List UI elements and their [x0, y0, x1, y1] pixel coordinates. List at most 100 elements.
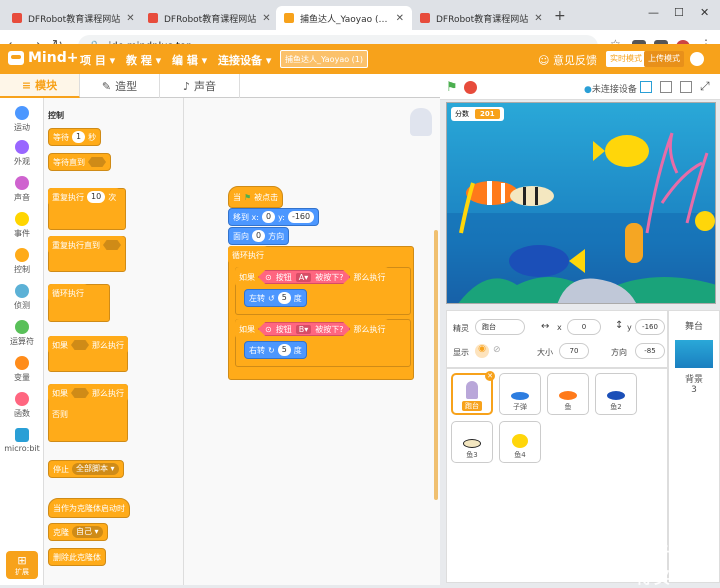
- functions-dot-icon: [15, 392, 29, 406]
- brush-icon: ✎: [101, 79, 112, 93]
- upload-mode-button[interactable]: 上传模式: [644, 51, 684, 67]
- stage-canvas[interactable]: 分数 201: [446, 102, 716, 304]
- category-sensing[interactable]: 侦测: [0, 284, 44, 311]
- category-sound[interactable]: 声音: [0, 176, 44, 203]
- project-name-field[interactable]: 捕鱼达人_Yaoyao (1): [280, 50, 368, 68]
- turn-right-block[interactable]: 右转 ↻ 5 度: [244, 341, 307, 359]
- repeat-times-block[interactable]: 重复执行 10 次: [48, 188, 126, 230]
- workspace-scrollbar[interactable]: [434, 230, 438, 500]
- browser-tab-2[interactable]: DFRobot教育课程网站 ✕: [140, 6, 276, 30]
- button-a-pressed-condition[interactable]: ⊙ 按钮 A▾ 被按下?: [258, 270, 351, 284]
- sprite-tile-fish[interactable]: 鱼: [547, 373, 589, 415]
- stop-block[interactable]: 停止 全部脚本 ▾: [48, 460, 124, 478]
- delete-clone-block[interactable]: 删除此克隆体: [48, 548, 106, 566]
- close-tab-icon[interactable]: ✕: [126, 13, 134, 24]
- create-clone-block[interactable]: 克隆 自己 ▾: [48, 523, 108, 541]
- fullscreen-icon[interactable]: ⤢: [700, 79, 710, 94]
- sprite-label: 精灵: [453, 324, 469, 333]
- if-button-b-block[interactable]: 如果 ⊙ 按钮 B▾ 被按下? 那么执行 右转 ↻ 5 度: [235, 319, 411, 367]
- sprite-tile-fish2[interactable]: 鱼2: [595, 373, 637, 415]
- show-label: 显示: [453, 348, 469, 357]
- close-tab-icon[interactable]: ✕: [262, 13, 270, 24]
- settings-icon[interactable]: [690, 52, 704, 66]
- tab-sounds[interactable]: ♪ 声音: [160, 74, 240, 98]
- point-direction-block[interactable]: 面向 0 方向: [228, 227, 290, 245]
- events-dot-icon: [15, 212, 29, 226]
- menu-edit[interactable]: 编 辑 ▾: [172, 52, 207, 68]
- forever-block[interactable]: 循环执行: [48, 284, 110, 322]
- minimize-icon[interactable]: —: [648, 6, 659, 19]
- category-events[interactable]: 事件: [0, 212, 44, 239]
- direction-field[interactable]: -85: [635, 343, 665, 359]
- sprite-tile-fish4[interactable]: 鱼4: [499, 421, 541, 463]
- sprite-tile-bullet[interactable]: 子弹: [499, 373, 541, 415]
- large-stage-icon[interactable]: [660, 81, 672, 93]
- if-button-a-block[interactable]: 如果 ⊙ 按钮 A▾ 被按下? 那么执行 左转 ↺ 5 度: [235, 267, 411, 315]
- turn-left-block[interactable]: 左转 ↺ 5 度: [244, 289, 307, 307]
- realtime-mode-button[interactable]: 实时模式: [606, 51, 646, 67]
- stop-sign-icon[interactable]: [464, 81, 477, 94]
- script-workspace[interactable]: 当 ⚑ 被点击 移到 x: 0 y: -160 面向 0 方向 循环执行 如果 ⊙ 按钮…: [184, 98, 610, 585]
- category-motion[interactable]: 运动: [0, 106, 44, 133]
- green-flag-icon[interactable]: ⚑: [446, 80, 458, 95]
- forever-loop-block[interactable]: 循环执行 如果 ⊙ 按钮 A▾ 被按下? 那么执行 左转↺5度 如果 ⊙: [228, 246, 414, 380]
- else-label: 否则: [52, 410, 68, 419]
- mindplus-menu-bar: Mind+ 项 目 ▾ 教 程 ▾ 编 辑 ▾ 连接设备 ▾ 捕鱼达人_Yaoy…: [0, 44, 720, 74]
- menu-project[interactable]: 项 目 ▾: [80, 52, 115, 68]
- menu-connect-device[interactable]: 连接设备 ▾: [218, 52, 271, 68]
- if-then-block[interactable]: 如果 那么执行: [48, 336, 128, 372]
- tab-costumes[interactable]: ✎ 造型: [80, 74, 160, 98]
- feedback-link[interactable]: ☺ 意见反馈: [538, 52, 597, 68]
- sprite-tile-fish3[interactable]: 鱼3: [451, 421, 493, 463]
- button-b-pressed-condition[interactable]: ⊙ 按钮 B▾ 被按下?: [258, 322, 351, 336]
- browser-tab-1[interactable]: DFRobot教育课程网站 ✕: [4, 6, 140, 30]
- show-eye-icon[interactable]: ◉: [475, 344, 489, 358]
- motion-dot-icon: [15, 106, 29, 120]
- category-looks[interactable]: 外观: [0, 140, 44, 167]
- operators-dot-icon: [15, 320, 29, 334]
- hide-eye-icon[interactable]: ⊘: [493, 345, 501, 355]
- extensions-button[interactable]: ⊞ 扩展: [6, 551, 38, 579]
- watermark: 值 什么值得买: [636, 544, 716, 587]
- wait-until-block[interactable]: 等待直到: [48, 153, 111, 171]
- browser-tab-3-active[interactable]: 捕鱼达人_Yaoyao (1) on Mind+ ✕: [276, 6, 412, 30]
- category-operators[interactable]: 运算符: [0, 320, 44, 347]
- backdrop-count: 3: [691, 385, 697, 395]
- x-field[interactable]: 0: [567, 319, 601, 335]
- sprite-info-panel: 精灵 跑台 ↔ x 0 ↕ y -160 显示 ◉ ⊘ 大小 70 方向 -85: [446, 310, 668, 368]
- if-else-block[interactable]: 如果 那么执行 否则: [48, 384, 128, 442]
- wait-seconds-block[interactable]: 等待 1 秒: [48, 128, 102, 146]
- delete-sprite-icon[interactable]: ✕: [485, 371, 495, 381]
- category-variables[interactable]: 变量: [0, 356, 44, 383]
- backdrop-thumbnail[interactable]: [675, 340, 713, 368]
- when-flag-clicked-hat[interactable]: 当 ⚑ 被点击: [228, 186, 284, 208]
- goto-xy-block[interactable]: 移到 x: 0 y: -160: [228, 208, 320, 226]
- sprite-name-field[interactable]: 跑台: [475, 319, 525, 335]
- sprite-tile-paotai[interactable]: ✕ 跑台: [451, 371, 495, 415]
- sound-dot-icon: [15, 176, 29, 190]
- dfrobot-favicon-icon: [12, 13, 22, 23]
- maximize-icon[interactable]: ☐: [674, 6, 684, 19]
- tab-blocks[interactable]: ≡ 模块: [0, 74, 80, 98]
- microbit-button-icon: ⊙: [265, 324, 272, 334]
- menu-tutorial[interactable]: 教 程 ▾: [126, 52, 161, 68]
- microbit-chip-icon: [15, 428, 29, 442]
- category-control[interactable]: 控制: [0, 248, 44, 275]
- close-tab-icon[interactable]: ✕: [534, 13, 542, 24]
- split-layout-icon[interactable]: [680, 81, 692, 93]
- browser-tab-4[interactable]: DFRobot教育课程网站 ✕: [412, 6, 550, 30]
- close-window-icon[interactable]: ✕: [700, 6, 709, 19]
- size-field[interactable]: 70: [559, 343, 589, 359]
- small-stage-icon[interactable]: [640, 81, 652, 93]
- y-field[interactable]: -160: [635, 319, 665, 335]
- new-tab-icon[interactable]: +: [554, 8, 566, 24]
- category-functions[interactable]: 函数: [0, 392, 44, 419]
- clone-start-hat-block[interactable]: 当作为克隆体启动时: [48, 498, 130, 518]
- stage-panel-title: 舞台: [684, 322, 703, 332]
- close-tab-icon[interactable]: ✕: [396, 13, 404, 24]
- mindplus-favicon-icon: [284, 13, 294, 23]
- category-microbit[interactable]: micro:bit: [0, 428, 44, 453]
- device-status-icon: ●: [584, 85, 592, 95]
- repeat-until-block[interactable]: 重复执行直到: [48, 236, 126, 272]
- size-label: 大小: [537, 348, 553, 357]
